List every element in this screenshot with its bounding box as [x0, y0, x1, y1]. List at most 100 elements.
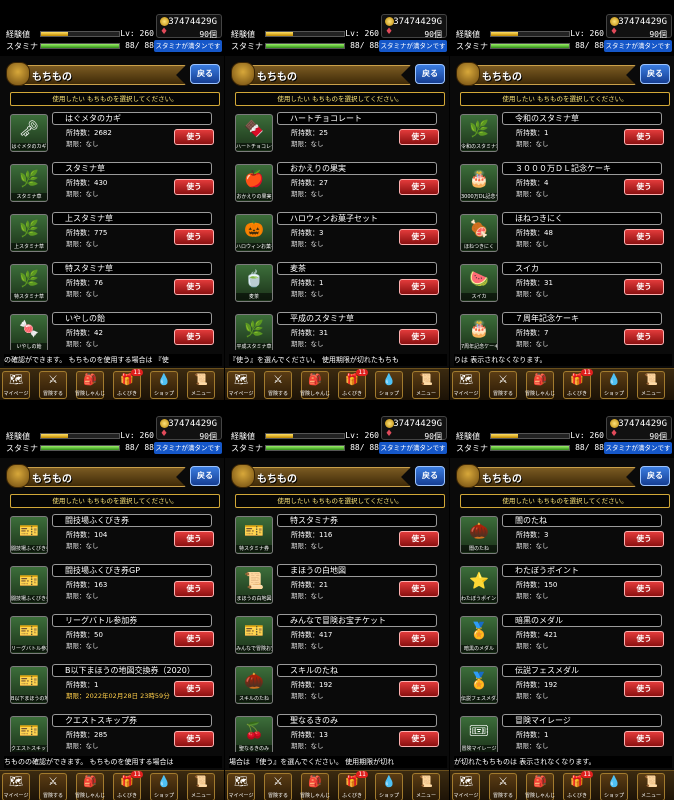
use-button[interactable]: 使う — [399, 329, 439, 345]
list-item[interactable]: 📜 まほうの白地図 まほうの白地図 所持数：21 期限：なし 使う — [233, 562, 445, 608]
menu-button-3[interactable]: 🎁 ふくびき 11 — [338, 771, 368, 800]
stamina-recover-button[interactable]: スタミナが満タンです — [154, 442, 222, 454]
list-item[interactable]: 🍬 いやしの飴 いやしの飴 所持数：42 期限：なし 使う — [8, 310, 220, 350]
menu-button-0[interactable]: 🗺 マイページ — [227, 773, 255, 800]
item-list[interactable]: 🍫ハートチョコレートハートチョコレート所持数：25期限：なし使う🍎おかえりの果実… — [233, 110, 445, 350]
list-item[interactable]: 🌰 闇のたね 闇のたね 所持数：3 期限：なし 使う — [458, 512, 670, 558]
item-list[interactable]: 🌿令和のスタミナ草令和のスタミナ草所持数：1期限：なし使う🎂3000万DL記念ケ… — [458, 110, 670, 350]
back-button[interactable]: 戻る — [640, 466, 670, 486]
back-button[interactable]: 戻る — [190, 64, 220, 84]
list-item[interactable]: 🎃ハロウィンお菓子セットハロウィンお菓子セット所持数：3期限：なし使う — [233, 210, 445, 256]
use-button[interactable]: 使う — [624, 129, 664, 145]
list-item[interactable]: 🎂 3000万DL記念ケーキ ３０００万ＤＬ記念ケーキ所持数：4 期限：なし 使う — [458, 160, 670, 206]
menu-button-2[interactable]: 🎒 冒険しゃんじ — [300, 371, 330, 399]
use-button[interactable]: 使う — [624, 581, 664, 597]
menu-button-5[interactable]: 📜 メニュー — [412, 773, 440, 800]
list-item[interactable]: 🌿令和のスタミナ草令和のスタミナ草所持数：1期限：なし使う — [458, 110, 670, 156]
menu-button-4[interactable]: 💧 ショップ — [600, 773, 628, 800]
use-button[interactable]: 使う — [399, 179, 439, 195]
use-button[interactable]: 使う — [624, 631, 664, 647]
menu-button-4[interactable]: 💧 ショップ — [150, 773, 178, 800]
menu-button-2[interactable]: 🎒 冒険しゃんじ — [75, 773, 105, 800]
use-button[interactable]: 使う — [624, 179, 664, 195]
use-button[interactable]: 使う — [174, 581, 214, 597]
stamina-recover-button[interactable]: スタミナが満タンです — [379, 40, 447, 52]
use-button[interactable]: 使う — [399, 681, 439, 697]
menu-button-2[interactable]: 🎒 冒険しゃんじ — [525, 773, 555, 800]
menu-button-5[interactable]: 📜 メニュー — [412, 371, 440, 399]
list-item[interactable]: 🍖 ほねつきにく ほねつきにく 所持数：48 期限：なし 使う — [458, 210, 670, 256]
use-button[interactable]: 使う — [624, 731, 664, 747]
list-item[interactable]: 🍒 聖なるきのみ 聖なるきのみ 所持数：13 期限：なし 使う — [233, 712, 445, 752]
list-item[interactable]: 🎟 冒険マイレージ 冒険マイレージ 所持数：1 期限：なし 使う — [458, 712, 670, 752]
use-button[interactable]: 使う — [399, 229, 439, 245]
menu-button-2[interactable]: 🎒 冒険しゃんじ — [525, 371, 555, 399]
menu-button-1[interactable]: ⚔ 冒険する — [39, 371, 67, 399]
use-button[interactable]: 使う — [174, 731, 214, 747]
use-button[interactable]: 使う — [624, 329, 664, 345]
menu-button-0[interactable]: 🗺 マイページ — [227, 371, 255, 399]
use-button[interactable]: 使う — [399, 279, 439, 295]
use-button[interactable]: 使う — [174, 631, 214, 647]
list-item[interactable]: 🏅 暗黒のメダル 暗黒のメダル 所持数：421 期限：なし 使う — [458, 612, 670, 658]
menu-button-0[interactable]: 🗺 マイページ — [452, 371, 480, 399]
use-button[interactable]: 使う — [174, 531, 214, 547]
use-button[interactable]: 使う — [399, 129, 439, 145]
use-button[interactable]: 使う — [624, 229, 664, 245]
menu-button-0[interactable]: 🗺 マイページ — [452, 773, 480, 800]
list-item[interactable]: 🌿 平成スタミナ草 平成のスタミナ草 所持数：31 期限：なし 使う — [233, 310, 445, 350]
use-button[interactable]: 使う — [174, 229, 214, 245]
list-item[interactable]: 🎫闘技場ふくびき券闘技場ふくびき券所持数：104期限：なし使う — [8, 512, 220, 558]
menu-button-1[interactable]: ⚔ 冒険する — [39, 773, 67, 800]
use-button[interactable]: 使う — [174, 279, 214, 295]
use-button[interactable]: 使う — [624, 279, 664, 295]
list-item[interactable]: 🍎 おかえりの果実 おかえりの果実 所持数：27 期限：なし 使う — [233, 160, 445, 206]
menu-button-1[interactable]: ⚔ 冒険する — [264, 371, 292, 399]
back-button[interactable]: 戻る — [640, 64, 670, 84]
menu-button-3[interactable]: 🎁 ふくびき 11 — [338, 369, 368, 399]
item-list[interactable]: 🎫 特スタミナ券 特スタミナ券 所持数：116 期限：なし 使う 📜 まほうの白地図 まほうの白… — [233, 512, 445, 752]
list-item[interactable]: 🍫ハートチョコレートハートチョコレート所持数：25期限：なし使う — [233, 110, 445, 156]
list-item[interactable]: 🗝 はぐメタのカギ はぐメタのカギ 所持数：2682 期限：なし 使う — [8, 110, 220, 156]
menu-button-3[interactable]: 🎁 ふくびき 11 — [113, 369, 143, 399]
menu-button-5[interactable]: 📜 メニュー — [187, 773, 215, 800]
stamina-recover-button[interactable]: スタミナが満タンです — [604, 442, 672, 454]
menu-button-0[interactable]: 🗺 マイページ — [2, 773, 30, 800]
menu-button-4[interactable]: 💧 ショップ — [375, 371, 403, 399]
menu-button-1[interactable]: ⚔ 冒険する — [489, 371, 517, 399]
use-button[interactable]: 使う — [624, 531, 664, 547]
menu-button-4[interactable]: 💧 ショップ — [150, 371, 178, 399]
list-item[interactable]: 🌿 特スタミナ草 特スタミナ草 所持数：76 期限：なし 使う — [8, 260, 220, 306]
stamina-recover-button[interactable]: スタミナが満タンです — [379, 442, 447, 454]
item-list[interactable]: 🎫闘技場ふくびき券闘技場ふくびき券所持数：104期限：なし使う🎫闘技場ふくびき券… — [8, 512, 220, 752]
menu-button-5[interactable]: 📜 メニュー — [637, 773, 665, 800]
menu-button-3[interactable]: 🎁 ふくびき 11 — [113, 771, 143, 800]
menu-button-3[interactable]: 🎁 ふくびき 11 — [563, 369, 593, 399]
use-button[interactable]: 使う — [399, 631, 439, 647]
use-button[interactable]: 使う — [174, 129, 214, 145]
list-item[interactable]: 🍉 スイカ スイカ 所持数：31 期限：なし 使う — [458, 260, 670, 306]
menu-button-0[interactable]: 🗺 マイページ — [2, 371, 30, 399]
menu-button-4[interactable]: 💧 ショップ — [375, 773, 403, 800]
list-item[interactable]: 🎫 闘技場ふくびき券GP 闘技場ふくびき券GP 所持数：163 期限：なし 使う — [8, 562, 220, 608]
menu-button-2[interactable]: 🎒 冒険しゃんじ — [75, 371, 105, 399]
stamina-recover-button[interactable]: スタミナが満タンです — [604, 40, 672, 52]
back-button[interactable]: 戻る — [415, 466, 445, 486]
list-item[interactable]: 🏅伝説フェスメダル伝説フェスメダル所持数：192期限：なし使う — [458, 662, 670, 708]
menu-button-1[interactable]: ⚔ 冒険する — [489, 773, 517, 800]
list-item[interactable]: 🌿 上スタミナ草 上スタミナ草 所持数：775 期限：なし 使う — [8, 210, 220, 256]
back-button[interactable]: 戻る — [415, 64, 445, 84]
list-item[interactable]: 🎫 B以下まほうの地図交換券 B以下まほうの地図交換券（2020） 所持数：1 期限：2… — [8, 662, 220, 708]
use-button[interactable]: 使う — [399, 581, 439, 597]
list-item[interactable]: 🎫クエストスキップ券クエストスキップ券所持数：285期限：なし使う — [8, 712, 220, 752]
use-button[interactable]: 使う — [174, 681, 214, 697]
list-item[interactable]: 🎫 特スタミナ券 特スタミナ券 所持数：116 期限：なし 使う — [233, 512, 445, 558]
menu-button-5[interactable]: 📜 メニュー — [187, 371, 215, 399]
list-item[interactable]: ⭐わたぼうポイントわたぼうポイント所持数：150期限：なし使う — [458, 562, 670, 608]
menu-button-3[interactable]: 🎁 ふくびき 11 — [563, 771, 593, 800]
use-button[interactable]: 使う — [624, 681, 664, 697]
list-item[interactable]: 🍵 麦茶 麦茶 所持数：1 期限：なし 使う — [233, 260, 445, 306]
list-item[interactable]: 🌰 スキルのたね スキルのたね 所持数：192 期限：なし 使う — [233, 662, 445, 708]
list-item[interactable]: 🌿 スタミナ草 スタミナ草 所持数：430 期限：なし 使う — [8, 160, 220, 206]
use-button[interactable]: 使う — [399, 731, 439, 747]
